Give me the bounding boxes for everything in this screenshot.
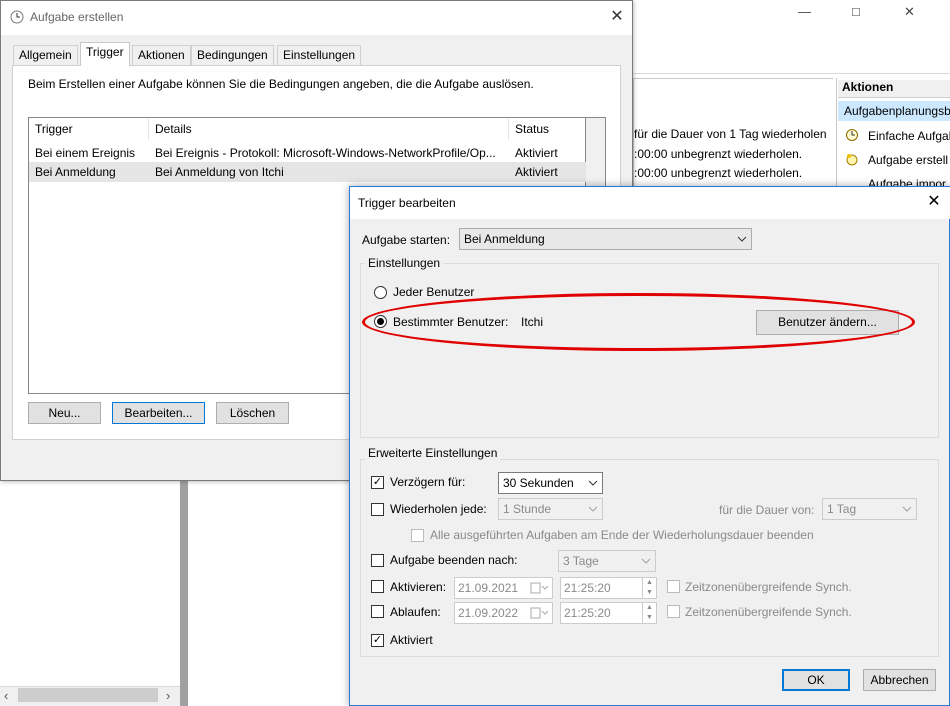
table-cell-trigger[interactable]: Bei Anmeldung: [35, 162, 147, 182]
chevron-down-icon: [588, 480, 598, 486]
action-simple-task[interactable]: Einfache Aufgal: [868, 127, 950, 145]
advanced-settings-title: Erweiterte Einstellungen: [365, 446, 501, 460]
selected-user-name: Itchi: [521, 315, 544, 329]
activate-date-picker[interactable]: 21.09.2021: [454, 577, 553, 599]
edit-trigger-button[interactable]: Bearbeiten...: [112, 402, 205, 424]
stop-after-value: 3 Tage: [563, 554, 599, 568]
details-line: :00:00 unbegrenzt wiederholen.: [634, 166, 803, 180]
chevron-down-icon: [641, 558, 651, 564]
enabled-checkbox[interactable]: ✓: [371, 634, 384, 647]
tab-general[interactable]: Allgemein: [13, 45, 78, 65]
repeat-duration-combobox[interactable]: 1 Tag: [822, 498, 917, 520]
column-header-details[interactable]: Details: [149, 118, 509, 140]
radio-any-user-label[interactable]: Jeder Benutzer: [393, 285, 474, 299]
column-header-status[interactable]: Status: [509, 118, 586, 140]
column-header-trigger[interactable]: Trigger: [29, 118, 149, 140]
expire-date-picker[interactable]: 21.09.2022: [454, 602, 553, 624]
repeat-duration-label: für die Dauer von:: [719, 503, 815, 517]
cancel-button[interactable]: Abbrechen: [863, 669, 936, 691]
stop-all-checkbox[interactable]: [411, 529, 424, 542]
scroll-left-arrow-icon[interactable]: ‹: [4, 688, 8, 703]
spin-arrows-icon[interactable]: ▲ ▼: [642, 578, 656, 598]
table-cell-status[interactable]: Aktiviert: [515, 162, 585, 182]
expire-label[interactable]: Ablaufen:: [390, 605, 441, 619]
close-icon[interactable]: ✕: [924, 192, 944, 212]
start-task-value: Bei Anmeldung: [464, 232, 545, 246]
radio-specific-user-label[interactable]: Bestimmter Benutzer:: [393, 315, 508, 329]
chevron-down-icon: [588, 506, 598, 512]
expire-sync-checkbox[interactable]: [667, 605, 680, 618]
settings-group-title: Einstellungen: [365, 256, 444, 270]
calendar-dropdown-icon: [530, 582, 548, 594]
clock-icon: [10, 10, 24, 24]
trigger-description: Beim Erstellen einer Aufgabe können Sie …: [28, 77, 534, 91]
tab-settings[interactable]: Einstellungen: [277, 45, 362, 65]
activate-label[interactable]: Aktivieren:: [390, 580, 446, 594]
scroll-right-arrow-icon[interactable]: ›: [166, 688, 170, 703]
activate-sync-checkbox[interactable]: [667, 580, 680, 593]
actions-pane-header: Aktionen: [838, 80, 950, 98]
delete-trigger-button[interactable]: Löschen: [216, 402, 289, 424]
activate-sync-label: Zeitzonenübergreifende Synch.: [685, 580, 852, 594]
calendar-dropdown-icon: [530, 607, 548, 619]
expire-time-spinner[interactable]: 21:25:20 ▲ ▼: [560, 602, 657, 624]
delay-combobox[interactable]: 30 Sekunden: [498, 472, 603, 494]
repeat-value: 1 Stunde: [503, 502, 552, 516]
activate-date-value: 21.09.2021: [458, 581, 519, 595]
chevron-down-icon: [902, 506, 912, 512]
expire-date-value: 21.09.2022: [458, 606, 519, 620]
new-task-icon: [846, 154, 858, 166]
radio-specific-user[interactable]: [374, 315, 387, 328]
details-line: für die Dauer von 1 Tag wiederholen: [634, 127, 827, 141]
main-toolbar: [633, 44, 950, 74]
stop-after-label[interactable]: Aufgabe beenden nach:: [390, 553, 517, 567]
clock-icon: [846, 129, 858, 141]
maximize-button[interactable]: □: [852, 4, 860, 19]
scrollbar-thumb[interactable]: [18, 688, 158, 702]
delay-label[interactable]: Verzögern für:: [390, 475, 465, 489]
table-cell-details[interactable]: Bei Anmeldung von Itchi: [155, 162, 505, 182]
spin-arrows-icon[interactable]: ▲ ▼: [642, 603, 656, 623]
action-create-task[interactable]: Aufgabe erstell: [868, 151, 950, 169]
tab-trigger[interactable]: Trigger: [80, 42, 130, 66]
repeat-combobox[interactable]: 1 Stunde: [498, 498, 603, 520]
splitter: [180, 480, 188, 706]
enabled-label[interactable]: Aktiviert: [390, 633, 433, 647]
delay-value: 30 Sekunden: [503, 476, 574, 490]
radio-any-user[interactable]: [374, 286, 387, 299]
close-main-button[interactable]: ✕: [904, 4, 915, 20]
ok-button[interactable]: OK: [782, 669, 850, 691]
start-task-label: Aufgabe starten:: [362, 233, 451, 247]
repeat-label[interactable]: Wiederholen jede:: [390, 502, 487, 516]
table-cell-trigger[interactable]: Bei einem Ereignis: [35, 143, 147, 163]
tab-conditions[interactable]: Bedingungen: [191, 45, 274, 65]
expire-time-value: 21:25:20: [564, 606, 611, 620]
activate-checkbox[interactable]: [371, 580, 384, 593]
repeat-duration-value: 1 Tag: [827, 502, 857, 516]
activate-time-value: 21:25:20: [564, 581, 611, 595]
stop-after-combobox[interactable]: 3 Tage: [558, 550, 656, 572]
chevron-down-icon: [737, 236, 747, 242]
edit-trigger-title: Trigger bearbeiten: [358, 196, 456, 210]
stop-all-label: Alle ausgeführten Aufgaben am Ende der W…: [430, 528, 814, 542]
create-task-title: Aufgabe erstellen: [30, 10, 124, 24]
details-line: :00:00 unbegrenzt wiederholen.: [634, 147, 803, 161]
tab-actions[interactable]: Aktionen: [132, 45, 191, 65]
expire-checkbox[interactable]: [371, 605, 384, 618]
actions-pane-selected-item[interactable]: Aufgabenplanungsb: [838, 101, 950, 121]
table-cell-details[interactable]: Bei Ereignis - Protokoll: Microsoft-Wind…: [155, 143, 505, 163]
delay-checkbox[interactable]: ✓: [371, 476, 384, 489]
repeat-checkbox[interactable]: [371, 503, 384, 516]
close-icon[interactable]: ✕: [606, 6, 628, 28]
activate-time-spinner[interactable]: 21:25:20 ▲ ▼: [560, 577, 657, 599]
table-cell-status[interactable]: Aktiviert: [515, 143, 585, 163]
start-task-combobox[interactable]: Bei Anmeldung: [459, 228, 752, 250]
change-user-button[interactable]: Benutzer ändern...: [756, 310, 899, 335]
new-trigger-button[interactable]: Neu...: [28, 402, 101, 424]
expire-sync-label: Zeitzonenübergreifende Synch.: [685, 605, 852, 619]
stop-after-checkbox[interactable]: [371, 554, 384, 567]
minimize-button[interactable]: —: [798, 4, 811, 19]
